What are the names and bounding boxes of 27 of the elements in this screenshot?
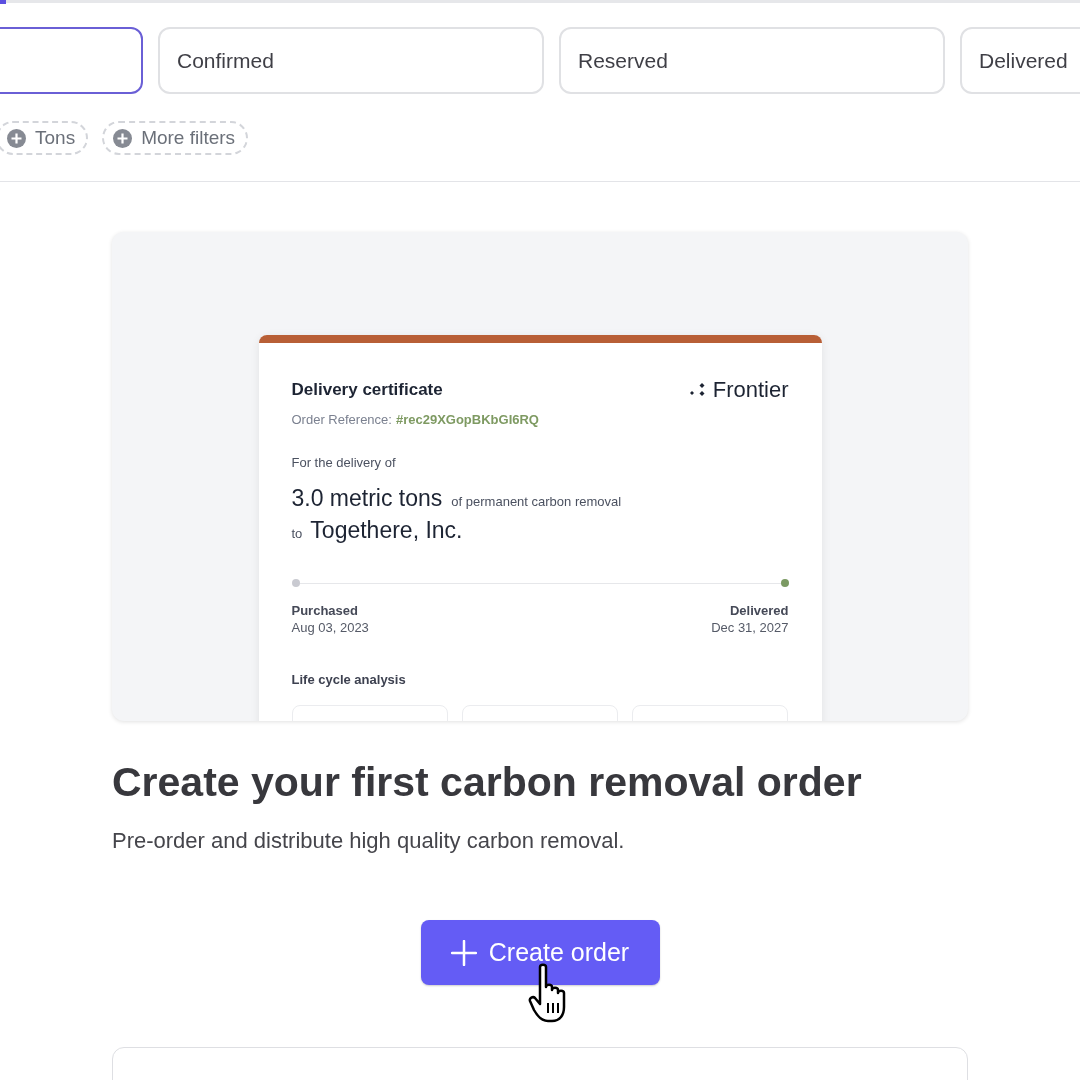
sparkle-logo-icon [688,382,707,398]
plus-icon [450,939,477,966]
status-tab[interactable]: Reserved [559,27,945,94]
page-subtitle: Pre-order and distribute high quality carbon removal. [112,827,625,855]
milestone-label: Purchased [291,602,358,619]
milestone-date: Aug 03, 2023 [291,619,369,636]
filter-chip[interactable]: Tons [0,121,89,155]
tab-indicator [0,0,6,4]
delivery-intro: For the delivery of [291,454,397,472]
filter-chip[interactable]: More filters [102,121,249,155]
brand-logo-text: Frontier [712,378,789,402]
recipient-name: Togethere, Inc. [310,516,463,545]
section-title: Life cycle analysis [291,671,407,689]
milestone-date: Dec 31, 2027 [711,619,789,636]
milestone-label: Delivered [729,602,789,619]
plus-circle-icon [113,128,133,148]
to-label: to [291,525,303,543]
create-order-button[interactable]: Create order [420,920,660,985]
page-heading: Create your first carbon removal order [112,758,862,806]
status-tab[interactable]: Delivered [960,27,1080,94]
status-tab[interactable]: Confirmed [158,27,544,94]
amount-text: 3.0 metric tons [291,484,443,513]
amount-note: of permanent carbon removal [451,493,622,511]
certificate-title: Delivery certificate [291,379,443,401]
order-reference-value: #rec29XGopBKbGI6RQ [395,411,539,429]
plus-circle-icon [7,128,26,148]
order-reference-label: Order Reference: [291,411,392,429]
